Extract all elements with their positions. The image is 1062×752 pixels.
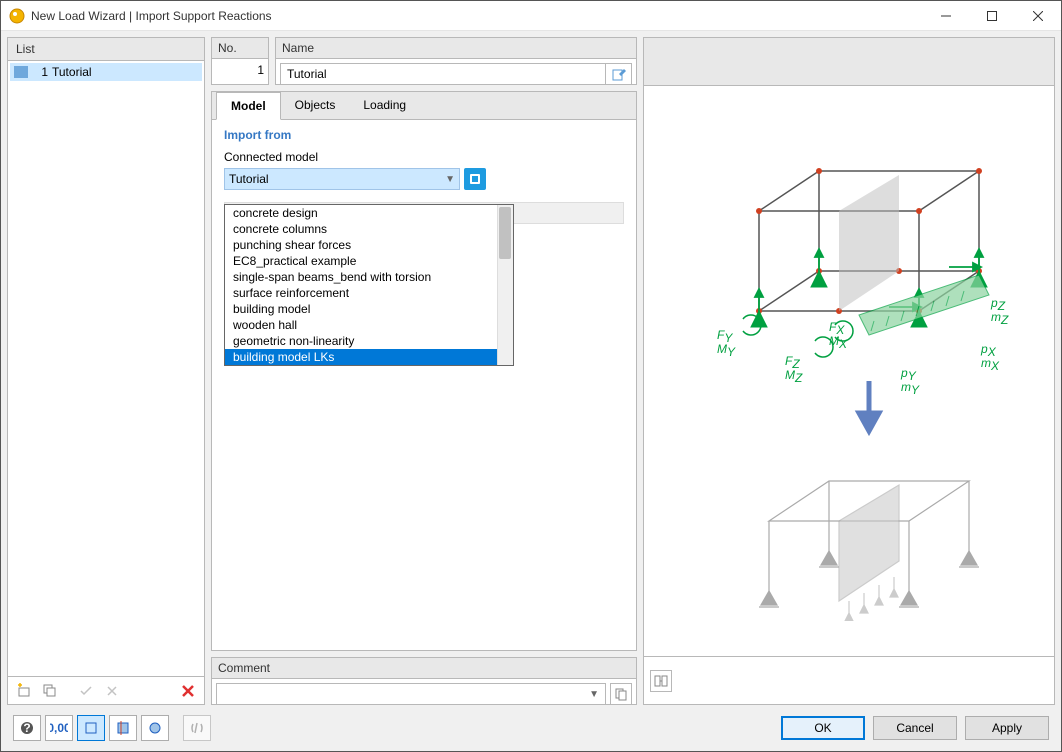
- open-model-button[interactable]: [464, 168, 486, 190]
- svg-text:MY: MY: [717, 342, 736, 359]
- dropdown-option[interactable]: concrete design: [225, 205, 497, 221]
- dropdown-option[interactable]: surface reinforcement: [225, 285, 497, 301]
- list-toolbar: [8, 676, 204, 704]
- chevron-down-icon: ▼: [589, 689, 599, 700]
- dropdown-option[interactable]: geometric non-linearity: [225, 333, 497, 349]
- svg-text:?: ?: [23, 721, 30, 735]
- dropdown-scrollbar[interactable]: [497, 205, 513, 365]
- list-item-num: 1: [34, 65, 48, 79]
- view-render-button[interactable]: [141, 715, 169, 741]
- svg-text:mZ: mZ: [991, 310, 1009, 327]
- view-solid-button[interactable]: [109, 715, 137, 741]
- preview-toolbar: [644, 656, 1054, 704]
- connected-model-label: Connected model: [224, 150, 624, 164]
- preview-panel: FY MY FX MX FZ MZ pZ mZ pX mX pY: [643, 37, 1055, 705]
- close-button[interactable]: [1015, 1, 1061, 31]
- tab-loading[interactable]: Loading: [349, 92, 420, 119]
- comment-header: Comment: [212, 658, 636, 679]
- transfer-button[interactable]: [650, 670, 672, 692]
- cancel-button[interactable]: Cancel: [873, 716, 957, 740]
- dropdown-option[interactable]: wooden hall: [225, 317, 497, 333]
- comment-input[interactable]: ▼: [216, 683, 606, 705]
- preview-diagram: FY MY FX MX FZ MZ pZ mZ pX mX pY: [644, 86, 1054, 656]
- help-button[interactable]: ?: [13, 715, 41, 741]
- svg-text:0,00: 0,00: [50, 721, 68, 735]
- folder-icon: [14, 66, 28, 78]
- copy-item-button[interactable]: [38, 680, 62, 702]
- name-panel: Name Tutorial: [275, 37, 637, 85]
- ok-button[interactable]: OK: [781, 716, 865, 740]
- tab-objects[interactable]: Objects: [281, 92, 350, 119]
- dropdown-option[interactable]: building model LKs: [225, 349, 497, 365]
- preview-header: [644, 38, 1054, 86]
- bottom-bar: ? 0,00 OK Cancel Apply: [7, 711, 1055, 745]
- svg-text:mY: mY: [901, 380, 920, 397]
- name-input[interactable]: Tutorial: [280, 63, 606, 85]
- dropdown-option[interactable]: EC8_practical example: [225, 253, 497, 269]
- view-wireframe-button[interactable]: [77, 715, 105, 741]
- comment-panel: Comment ▼: [211, 657, 637, 705]
- minimize-button[interactable]: [923, 1, 969, 31]
- titlebar: New Load Wizard | Import Support Reactio…: [1, 1, 1061, 31]
- chevron-down-icon: ▼: [445, 174, 455, 185]
- list-panel: List 1 Tutorial: [7, 37, 205, 705]
- delete-button[interactable]: [176, 680, 200, 702]
- tabs-header: Model Objects Loading: [212, 92, 636, 120]
- list-item-label: Tutorial: [52, 65, 92, 79]
- copy-comment-button[interactable]: [610, 683, 632, 705]
- new-item-button[interactable]: [12, 680, 36, 702]
- dropdown-value: Tutorial: [229, 172, 269, 186]
- window-title: New Load Wizard | Import Support Reactio…: [31, 9, 923, 23]
- include-button[interactable]: [74, 680, 98, 702]
- svg-text:mX: mX: [981, 356, 1000, 373]
- list-header: List: [8, 38, 204, 61]
- script-button[interactable]: [183, 715, 211, 741]
- units-button[interactable]: 0,00: [45, 715, 73, 741]
- tab-content: Import from Connected model Tutorial ▼: [212, 120, 636, 650]
- maximize-button[interactable]: [969, 1, 1015, 31]
- tabs-panel: Model Objects Loading Import from Connec…: [211, 91, 637, 651]
- exclude-button[interactable]: [100, 680, 124, 702]
- number-header: No.: [212, 38, 268, 59]
- tab-model[interactable]: Model: [216, 92, 281, 120]
- svg-text:MX: MX: [829, 334, 848, 351]
- connected-model-dropdown[interactable]: Tutorial ▼: [224, 168, 460, 190]
- dropdown-option[interactable]: single-span beams_bend with torsion: [225, 269, 497, 285]
- dropdown-option[interactable]: concrete columns: [225, 221, 497, 237]
- dropdown-option[interactable]: building model: [225, 301, 497, 317]
- apply-button[interactable]: Apply: [965, 716, 1049, 740]
- number-value: 1: [257, 63, 264, 77]
- group-import-from: Import from: [224, 128, 624, 142]
- edit-name-button[interactable]: [606, 63, 632, 85]
- svg-text:MZ: MZ: [785, 368, 803, 385]
- dropdown-list: concrete designconcrete columnspunching …: [224, 204, 514, 366]
- list-item[interactable]: 1 Tutorial: [10, 63, 202, 81]
- scrollbar-thumb[interactable]: [499, 207, 511, 259]
- dropdown-option[interactable]: punching shear forces: [225, 237, 497, 253]
- name-header: Name: [276, 38, 636, 59]
- list-content: 1 Tutorial: [8, 61, 204, 676]
- app-icon: [9, 8, 25, 24]
- number-panel: No. 1: [211, 37, 269, 85]
